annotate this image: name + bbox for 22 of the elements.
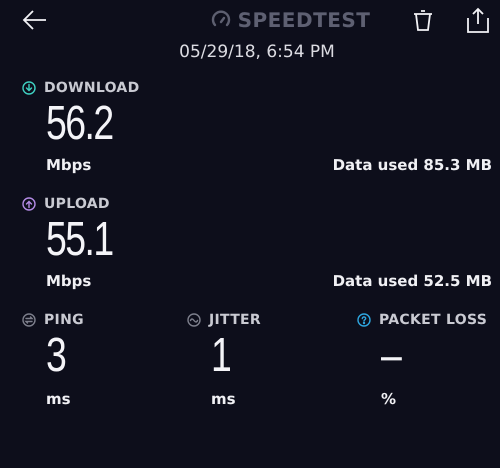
test-date: 05/29/18, 6:54 PM	[178, 42, 336, 62]
unit-label: %	[381, 390, 398, 408]
metric-label: PACKET LOSS	[379, 312, 488, 328]
metric-value: 3	[46, 330, 66, 382]
trash-icon[interactable]	[412, 8, 434, 32]
back-icon[interactable]	[22, 9, 48, 31]
metric-value: –	[381, 330, 400, 382]
speed-value: 55.1	[46, 214, 113, 266]
data-used-text: Data used 52.5 MB	[332, 272, 492, 290]
unit-label: ms	[211, 390, 237, 408]
metric-label: DOWNLOAD	[44, 80, 140, 96]
metric-value: 1	[211, 330, 230, 382]
speed-value: 56.2	[46, 98, 113, 150]
app-title: SPEEDTEST	[238, 8, 370, 32]
metric-label: PING	[44, 312, 84, 328]
metric-label: JITTER	[209, 312, 261, 328]
data-used-text: Data used 85.3 MB	[332, 156, 492, 174]
metric-label: UPLOAD	[44, 196, 110, 212]
share-icon[interactable]	[466, 7, 490, 33]
unit-label: Mbps	[46, 156, 92, 174]
unit-label: Mbps	[46, 272, 92, 290]
unit-label: ms	[46, 390, 72, 408]
